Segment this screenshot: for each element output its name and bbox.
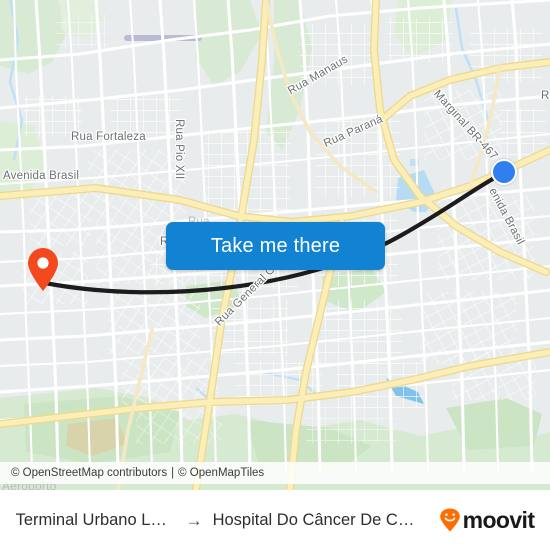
attribution-separator: | — [171, 467, 175, 479]
pin-icon — [28, 248, 58, 291]
attribution-openmaptiles[interactable]: © OpenMapTiles — [178, 467, 264, 479]
destination-dot-marker[interactable] — [491, 159, 517, 185]
take-me-there-button[interactable]: Take me there — [166, 222, 385, 270]
moovit-logo: moovit — [439, 508, 535, 532]
attribution-osm[interactable]: © OpenStreetMap contributors — [11, 467, 167, 479]
footer-destination-name: Hospital Do Câncer De Casc… — [212, 510, 423, 529]
moovit-wordmark: moovit — [462, 506, 535, 533]
moovit-pin-icon — [439, 508, 460, 532]
footer-origin-name: Terminal Urbano Le… — [15, 510, 176, 529]
map-attribution: © OpenStreetMap contributors | © OpenMap… — [0, 462, 550, 484]
moovit-route-card: Rua Fortaleza Avenida Brasil Rua Pio XII… — [0, 0, 550, 550]
arrow-right-icon: → — [185, 510, 203, 530]
origin-pin-marker[interactable] — [26, 247, 60, 292]
map-canvas[interactable]: Rua Fortaleza Avenida Brasil Rua Pio XII… — [0, 0, 550, 490]
route-footer: Terminal Urbano Le… → Hospital Do Câncer… — [0, 490, 550, 550]
